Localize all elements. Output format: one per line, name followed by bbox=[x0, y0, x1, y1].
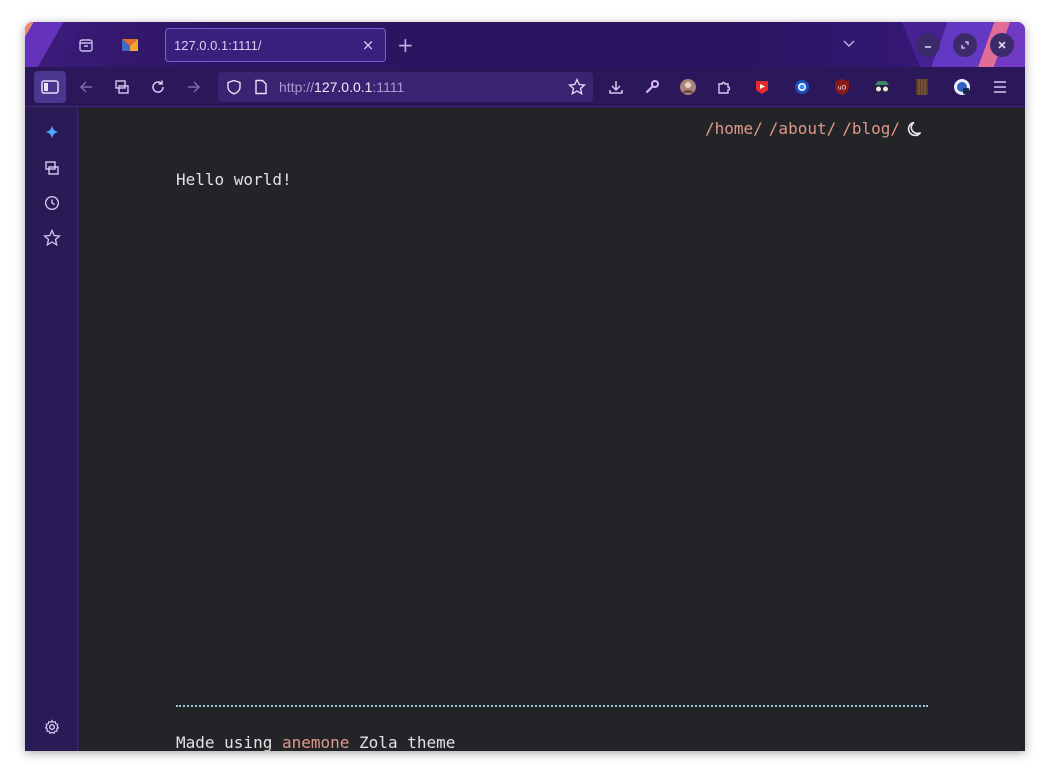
footer-text: Made using anemone Zola theme bbox=[176, 733, 455, 751]
forward-arrow-icon[interactable] bbox=[178, 71, 210, 103]
page-content: /home/ /about/ /blog/ Hello world! Made us… bbox=[79, 108, 1025, 751]
tab-overview-icon[interactable] bbox=[75, 34, 97, 56]
navigation-toolbar: http://127.0.0.1:1111 uO bbox=[25, 67, 1025, 107]
blue-circle-extension-icon[interactable] bbox=[786, 71, 818, 103]
sidebar-toggle-icon[interactable] bbox=[34, 71, 66, 103]
menu-icon[interactable] bbox=[984, 71, 1016, 103]
close-window-button[interactable] bbox=[990, 33, 1014, 57]
footer-divider bbox=[176, 705, 928, 707]
browser-window: 127.0.0.1:1111/ × + http://127.0.0.1:111… bbox=[25, 22, 1025, 751]
bookmark-star-icon[interactable] bbox=[41, 227, 63, 249]
url-scheme: http:// bbox=[279, 79, 315, 95]
nav-link-home[interactable]: /home/ bbox=[705, 119, 763, 138]
youtube-extension-icon[interactable] bbox=[746, 71, 778, 103]
page-body-text: Hello world! bbox=[176, 170, 292, 189]
list-all-tabs-icon[interactable] bbox=[841, 35, 857, 55]
browser-sidebar bbox=[25, 107, 78, 751]
spy-extension-icon[interactable] bbox=[866, 71, 898, 103]
maximize-button[interactable] bbox=[953, 33, 977, 57]
bookshelf-extension-icon[interactable] bbox=[906, 71, 938, 103]
tab-manager-icon[interactable] bbox=[41, 157, 63, 179]
minimize-button[interactable] bbox=[916, 33, 940, 57]
tab-title: 127.0.0.1:1111/ bbox=[174, 37, 262, 53]
url-bar[interactable]: http://127.0.0.1:1111 bbox=[218, 72, 593, 102]
history-clock-icon[interactable] bbox=[41, 192, 63, 214]
url-text[interactable]: http://127.0.0.1:1111 bbox=[279, 79, 404, 95]
tab-manager-icon[interactable] bbox=[106, 71, 138, 103]
tab-strip: 127.0.0.1:1111/ × + bbox=[25, 22, 1025, 67]
tab-close-button[interactable]: × bbox=[359, 36, 377, 54]
site-nav: /home/ /about/ /blog/ bbox=[705, 119, 906, 138]
nav-link-blog[interactable]: /blog/ bbox=[842, 119, 900, 138]
web-app-extension-icon[interactable] bbox=[946, 71, 978, 103]
nav-link-about[interactable]: /about/ bbox=[769, 119, 836, 138]
active-tab[interactable]: 127.0.0.1:1111/ × bbox=[165, 28, 386, 62]
wrench-icon[interactable] bbox=[636, 71, 668, 103]
url-host: 127.0.0.1 bbox=[314, 79, 373, 95]
settings-gear-icon[interactable] bbox=[41, 716, 63, 738]
shield-icon[interactable] bbox=[226, 79, 242, 99]
reload-icon[interactable] bbox=[142, 71, 174, 103]
pinned-mail-tab-icon[interactable] bbox=[119, 34, 141, 56]
moon-icon[interactable] bbox=[907, 120, 925, 142]
download-icon[interactable] bbox=[600, 71, 632, 103]
footer-suffix: Zola theme bbox=[349, 733, 456, 751]
svg-text:uO: uO bbox=[838, 85, 847, 92]
url-port: :1111 bbox=[372, 79, 405, 95]
ublock-origin-icon[interactable]: uO bbox=[826, 71, 858, 103]
back-arrow-icon[interactable] bbox=[70, 71, 102, 103]
bookmark-star-icon[interactable] bbox=[567, 77, 587, 100]
page-icon[interactable] bbox=[254, 79, 268, 99]
sparkle-icon[interactable] bbox=[41, 121, 63, 143]
extensions-icon[interactable] bbox=[708, 71, 740, 103]
profile-avatar-icon[interactable] bbox=[672, 71, 704, 103]
footer-prefix: Made using bbox=[176, 733, 282, 751]
new-tab-button[interactable]: + bbox=[397, 33, 414, 57]
anemone-link[interactable]: anemone bbox=[282, 733, 349, 751]
